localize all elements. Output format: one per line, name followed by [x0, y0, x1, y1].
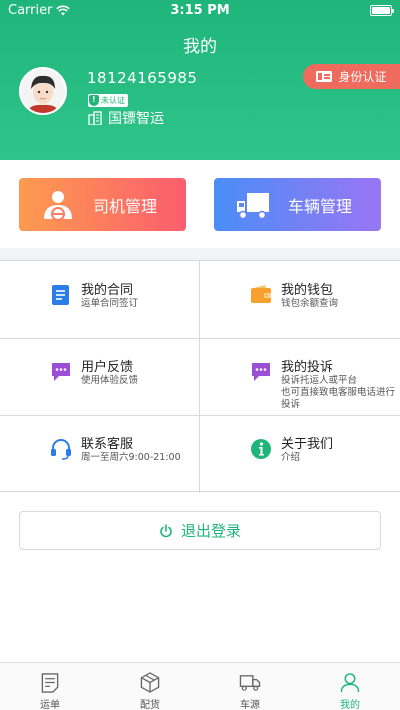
menu-item-subtitle: 周一至周六9:00-21:00 [81, 452, 181, 463]
company-label: 国镖智运 [108, 111, 164, 127]
menu-item-title: 用户反馈 [81, 360, 134, 375]
verify-status-badge: 未认证 [88, 94, 128, 107]
id-verify-label: 身份认证 [338, 70, 387, 84]
tab-mine[interactable]: 我的 [300, 663, 400, 710]
menu-item-feedback[interactable]: 用户反馈 使用体验反馈 [0, 338, 200, 415]
id-card-icon [316, 71, 333, 82]
tab-vehicle-source[interactable]: 车源 [200, 663, 300, 710]
menu-item-subtitle: 使用体验反馈 [81, 375, 139, 386]
tab-label: 配货 [140, 700, 160, 710]
menu-item-subtitle: 钱包余额查询 [281, 298, 339, 309]
wallet-icon [251, 285, 271, 303]
waybill-icon [41, 673, 59, 693]
truck-icon [239, 675, 261, 691]
menu-item-title: 联系客服 [81, 437, 134, 452]
tab-label: 我的 [340, 700, 360, 710]
power-icon [160, 523, 172, 537]
menu-item-title: 关于我们 [281, 437, 334, 452]
tab-cargo[interactable]: 配货 [100, 663, 200, 710]
driver-management-label: 司机管理 [93, 196, 158, 216]
menu-item-title: 我的投诉 [281, 360, 334, 375]
avatar-image [21, 69, 65, 113]
user-icon [340, 673, 360, 693]
menu-item-contract[interactable]: 我的合同 运单合同签订 [0, 261, 200, 338]
company-name: 国镖智运 [88, 108, 164, 128]
chat-icon [52, 363, 70, 381]
tab-label: 车源 [240, 700, 260, 710]
complaint-icon [252, 363, 270, 381]
page-title: 我的 [183, 37, 217, 57]
truck-icon [237, 192, 269, 219]
tab-label: 运单 [40, 700, 60, 710]
menu-item-wallet[interactable]: 我的钱包 钱包余额查询 [200, 261, 400, 338]
vehicle-management-label: 车辆管理 [288, 196, 353, 216]
shield-icon [89, 95, 99, 106]
bottom-tab-bar: 运单 配货 车源 我的 [0, 662, 400, 710]
logout-button[interactable]: 退出登录 [19, 511, 381, 550]
status-bar: Carrier 3:15 PM [0, 0, 400, 22]
menu-grid: 我的合同 运单合同签订 我的钱包 钱包余额查询 用户反馈 使用体验反馈 我的投诉 [0, 260, 400, 493]
menu-item-subtitle: 投诉托运人或平台 也可直接致电客服电话进行投诉 [281, 375, 396, 410]
driver-icon [44, 190, 72, 221]
driver-management-button[interactable]: 司机管理 [19, 178, 186, 231]
box-icon [140, 672, 160, 693]
info-icon [251, 439, 271, 459]
tab-waybill[interactable]: 运单 [0, 663, 100, 710]
phone-number: 18124165985 [87, 69, 198, 87]
menu-item-subtitle: 运单合同签订 [81, 298, 139, 309]
profile-header: Carrier 3:15 PM 我的 18124165985 未认证 [0, 0, 400, 160]
menu-item-subtitle: 介绍 [281, 452, 301, 463]
menu-item-title: 我的合同 [81, 283, 134, 298]
status-time: 3:15 PM [170, 3, 230, 18]
building-icon [88, 111, 102, 125]
logout-label: 退出登录 [180, 522, 241, 540]
section-divider [0, 248, 400, 260]
menu-item-complaint[interactable]: 我的投诉 投诉托运人或平台 也可直接致电客服电话进行投诉 [200, 338, 400, 415]
avatar[interactable] [19, 67, 67, 115]
vehicle-management-button[interactable]: 车辆管理 [214, 178, 381, 231]
headset-icon [51, 439, 71, 460]
verify-status-label: 未认证 [101, 96, 125, 105]
battery-icon [370, 5, 394, 16]
menu-item-about[interactable]: 关于我们 介绍 [200, 415, 400, 492]
menu-item-customer-service[interactable]: 联系客服 周一至周六9:00-21:00 [0, 415, 200, 492]
id-verify-button[interactable]: 身份认证 [303, 64, 400, 89]
menu-item-title: 我的钱包 [281, 283, 334, 298]
document-icon [52, 285, 69, 305]
